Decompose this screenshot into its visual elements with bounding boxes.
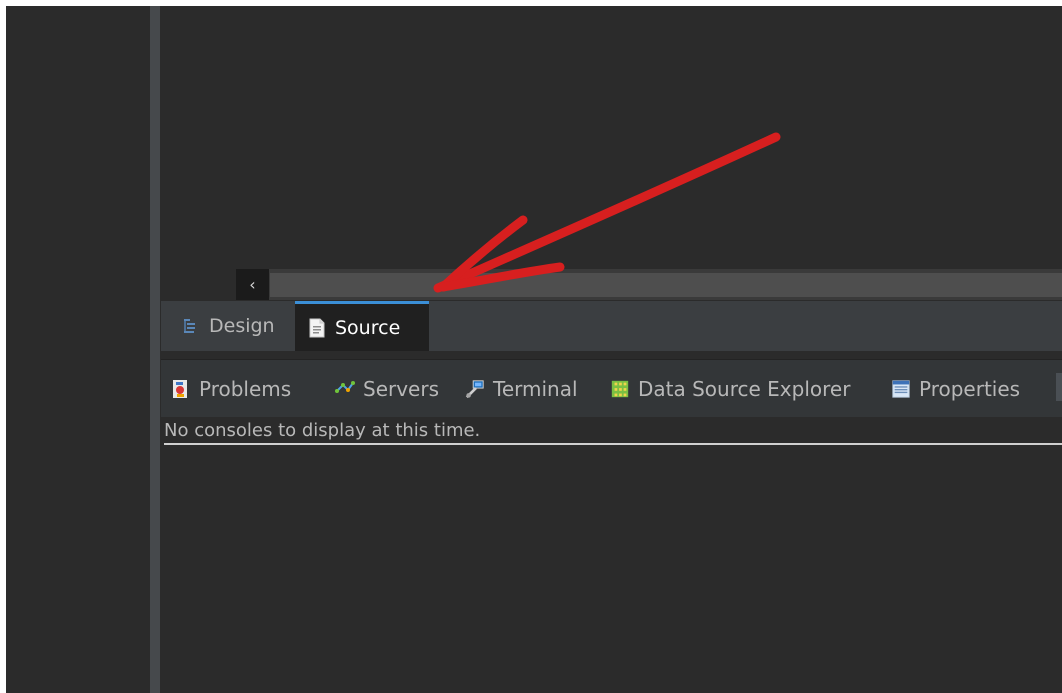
tab-design-label: Design bbox=[209, 315, 275, 337]
left-panel bbox=[6, 6, 150, 693]
scroll-left-button[interactable]: ‹ bbox=[236, 269, 269, 300]
view-tab-data-source-explorer[interactable]: Data Source Explorer bbox=[610, 369, 850, 409]
vertical-splitter[interactable] bbox=[150, 6, 161, 693]
source-editor-area[interactable] bbox=[161, 6, 1062, 298]
view-tab-data-source-explorer-label: Data Source Explorer bbox=[638, 377, 851, 401]
data-source-explorer-icon bbox=[610, 379, 630, 399]
bottom-views-tab-bar: Problems Servers Terminal Data Source Ex… bbox=[161, 359, 1062, 417]
view-tab-servers[interactable]: Servers bbox=[335, 369, 439, 409]
servers-icon bbox=[335, 379, 355, 399]
properties-icon bbox=[891, 379, 911, 399]
view-tab-terminal-label: Terminal bbox=[493, 377, 578, 401]
more-views-overflow-button[interactable] bbox=[1056, 373, 1062, 401]
eclipse-window: ‹ Design Source Problems Servers Termina… bbox=[6, 6, 1062, 693]
tab-design[interactable]: Design bbox=[169, 301, 299, 351]
design-icon bbox=[181, 316, 201, 336]
tab-source-label: Source bbox=[335, 316, 401, 339]
view-tab-properties[interactable]: Properties bbox=[891, 369, 1020, 409]
console-area bbox=[161, 447, 1062, 693]
console-empty-message: No consoles to display at this time. bbox=[164, 418, 1062, 445]
chevron-left-icon: ‹ bbox=[249, 275, 256, 294]
view-tab-problems[interactable]: Problems bbox=[171, 369, 291, 409]
horizontal-scrollbar[interactable]: ‹ bbox=[236, 269, 1062, 300]
view-tab-properties-label: Properties bbox=[919, 377, 1021, 401]
view-tab-terminal[interactable]: Terminal bbox=[465, 369, 578, 409]
editor-tab-bar: Design Source bbox=[161, 301, 1062, 351]
source-icon bbox=[307, 318, 327, 338]
problems-icon bbox=[171, 379, 191, 399]
view-tab-servers-label: Servers bbox=[363, 377, 440, 401]
scrollbar-track[interactable] bbox=[270, 273, 1062, 297]
terminal-icon bbox=[465, 379, 485, 399]
tab-source[interactable]: Source bbox=[295, 301, 429, 351]
view-tab-problems-label: Problems bbox=[199, 377, 292, 401]
